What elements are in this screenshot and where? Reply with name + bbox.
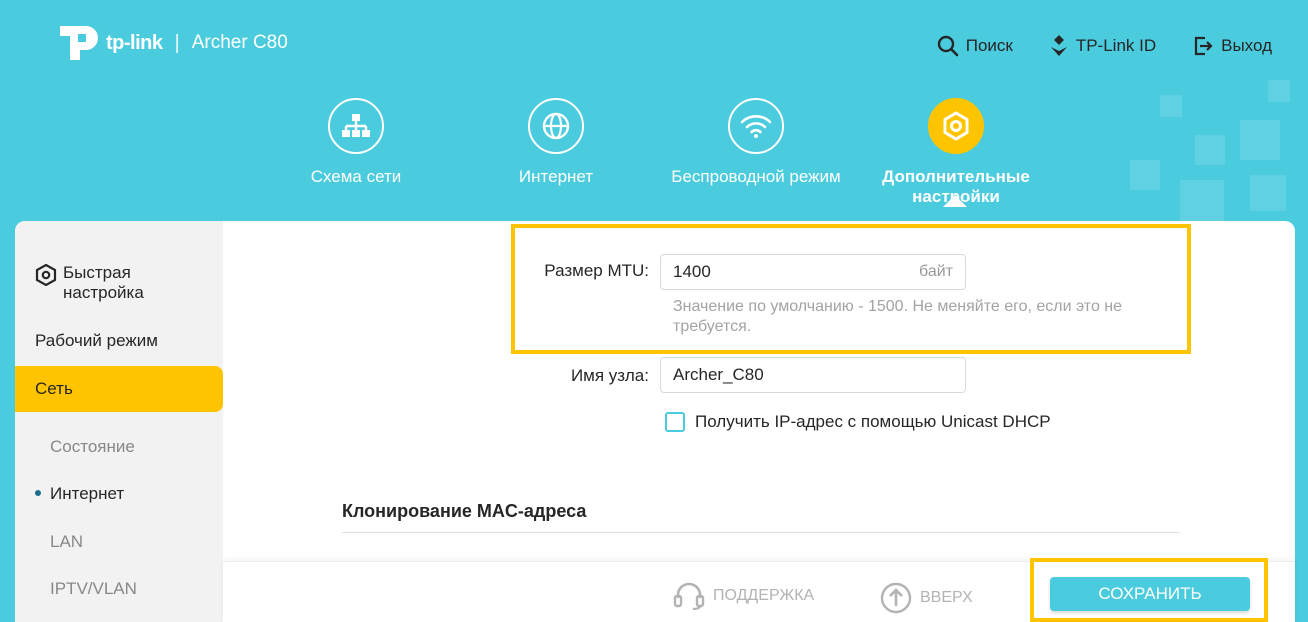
sidebar-item-quick-setup[interactable]: Быстрая настройка — [15, 263, 223, 303]
tplink-id-button[interactable]: TP-Link ID — [1049, 34, 1156, 58]
sidebar-item-label: Быстрая настройка — [63, 263, 144, 302]
sidebar-subitem-iptv-vlan[interactable]: IPTV/VLAN — [15, 579, 223, 599]
search-button[interactable]: Поиск — [937, 34, 1013, 58]
host-name-label: Имя узла: — [570, 366, 649, 385]
sidebar-item-operation-mode[interactable]: Рабочий режим — [15, 331, 223, 351]
sidebar-subitem-status[interactable]: Состояние — [15, 437, 223, 457]
router-model: Archer C80 — [191, 32, 288, 53]
current-indicator-dot — [35, 489, 41, 496]
save-highlight-box — [1030, 558, 1268, 622]
logout-button[interactable]: Выход — [1192, 34, 1272, 58]
nav-label: Беспроводной режим — [671, 167, 841, 186]
nav-advanced[interactable]: Дополнительные настройки — [866, 98, 1046, 207]
unicast-dhcp-checkbox[interactable] — [665, 412, 685, 432]
brand-name: tp-link — [106, 31, 163, 54]
advanced-gear-icon — [928, 98, 984, 154]
section-divider — [342, 532, 1180, 533]
logout-label: Выход — [1221, 36, 1272, 55]
sidebar-item-label: Сеть — [35, 379, 73, 398]
globe-icon — [528, 98, 584, 154]
unicast-dhcp-label: Получить IP-адрес с помощью Unicast DHCP — [695, 412, 1051, 431]
host-name-value: Archer_C80 — [673, 365, 764, 384]
sidebar-item-label: LAN — [50, 532, 84, 551]
network-map-icon — [328, 98, 384, 154]
main-nav: Схема сети Интернет Беспроводной режим Д… — [0, 98, 1308, 230]
sidebar-item-label: Рабочий режим — [35, 331, 158, 350]
mtu-highlight-box — [511, 224, 1191, 354]
sidebar-subitem-lan[interactable]: LAN — [15, 532, 223, 552]
unicast-dhcp-checkbox-row[interactable]: Получить IP-адрес с помощью Unicast DHCP — [665, 412, 1051, 432]
brand-separator: | — [174, 31, 180, 54]
sidebar-item-label: IPTV/VLAN — [50, 579, 137, 598]
up-label: ВВЕРХ — [920, 589, 973, 606]
tplink-id-icon — [1050, 35, 1067, 56]
nav-label: Схема сети — [310, 167, 402, 186]
wifi-icon — [728, 98, 784, 154]
active-nav-pointer — [943, 195, 967, 207]
sidebar-subitem-internet[interactable]: Интернет — [15, 484, 223, 504]
top-actions: Поиск TP-Link ID Выход — [937, 34, 1272, 58]
logout-icon — [1195, 36, 1213, 56]
brand-logo[interactable]: tp-link | Archer C80 — [58, 20, 288, 66]
tplink-logo-icon — [58, 20, 102, 66]
headset-icon — [673, 582, 705, 610]
sidebar-item-network[interactable]: Сеть — [15, 366, 223, 412]
nav-internet[interactable]: Интернет — [466, 98, 646, 187]
search-icon — [937, 35, 959, 57]
nav-wireless[interactable]: Беспроводной режим — [666, 98, 846, 187]
sidebar: Быстрая настройка Рабочий режим Сеть Сос… — [15, 221, 223, 622]
sidebar-item-label: Интернет — [50, 484, 125, 503]
tplink-id-label: TP-Link ID — [1075, 36, 1157, 55]
sidebar-item-label: Состояние — [50, 437, 135, 456]
host-name-input[interactable]: Archer_C80 — [660, 357, 966, 393]
support-link[interactable]: ПОДДЕРЖКА — [673, 582, 814, 610]
arrow-up-circle-icon — [880, 582, 912, 614]
scroll-up-link[interactable]: ВВЕРХ — [880, 582, 973, 614]
quick-setup-icon — [35, 264, 57, 286]
search-label: Поиск — [965, 36, 1013, 55]
support-label: ПОДДЕРЖКА — [713, 587, 815, 604]
nav-network-map[interactable]: Схема сети — [266, 98, 446, 187]
header: tp-link | Archer C80 Поиск TP-Link ID Вы… — [0, 0, 1308, 230]
mac-clone-section-title: Клонирование MAC-адреса — [342, 501, 587, 521]
nav-label: Интернет — [518, 167, 594, 186]
